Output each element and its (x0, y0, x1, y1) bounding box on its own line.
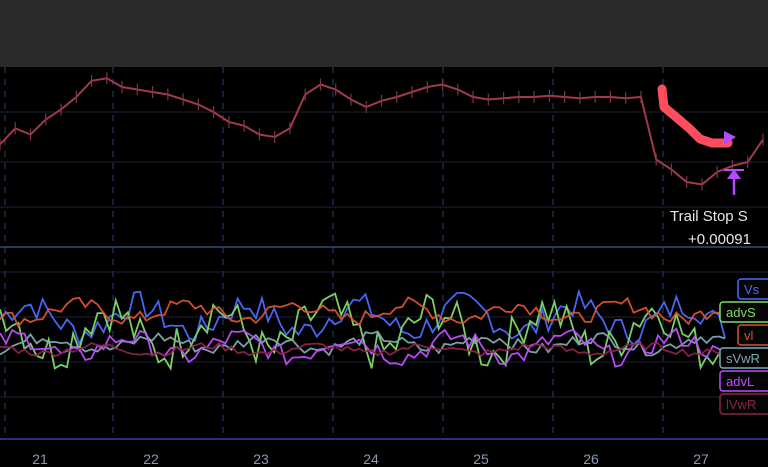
trail-stop-label: Trail Stop S (670, 208, 748, 225)
x-tick-label: 22 (143, 451, 159, 467)
x-tick-label: 24 (363, 451, 379, 467)
x-tick-label: 27 (693, 451, 709, 467)
x-tick-label: 26 (583, 451, 599, 467)
indicator-panel (0, 288, 726, 371)
price-panel (0, 72, 764, 195)
price-line (0, 77, 764, 186)
grid-lines (0, 67, 768, 439)
trail-stop-value: +0.00091 (688, 231, 751, 248)
indicator-line-advs (0, 292, 726, 371)
indicator-line-vl (0, 296, 726, 328)
x-tick-label: 23 (253, 451, 269, 467)
trail-stop-line (657, 84, 733, 148)
series-legend-tags: Vs advS vl sVwR advL lVwR (719, 278, 768, 415)
tag-label-vl: vl (744, 328, 754, 343)
top-toolbar-area (0, 0, 768, 67)
x-tick-label: 21 (32, 451, 48, 467)
tag-label-lvwr: lVwR (726, 397, 756, 412)
tag-label-advs: advS (726, 305, 756, 320)
tag-label-advl: advL (726, 374, 754, 389)
tag-label-svwr: sVwR (726, 351, 760, 366)
x-tick-label: 25 (473, 451, 489, 467)
chart-canvas[interactable]: 21 22 23 24 25 26 27 Trail Stop S +0.00091 Vs a… (0, 67, 768, 467)
tag-label-vs: Vs (744, 282, 760, 297)
x-axis-ticks: 21 22 23 24 25 26 27 (32, 451, 709, 467)
